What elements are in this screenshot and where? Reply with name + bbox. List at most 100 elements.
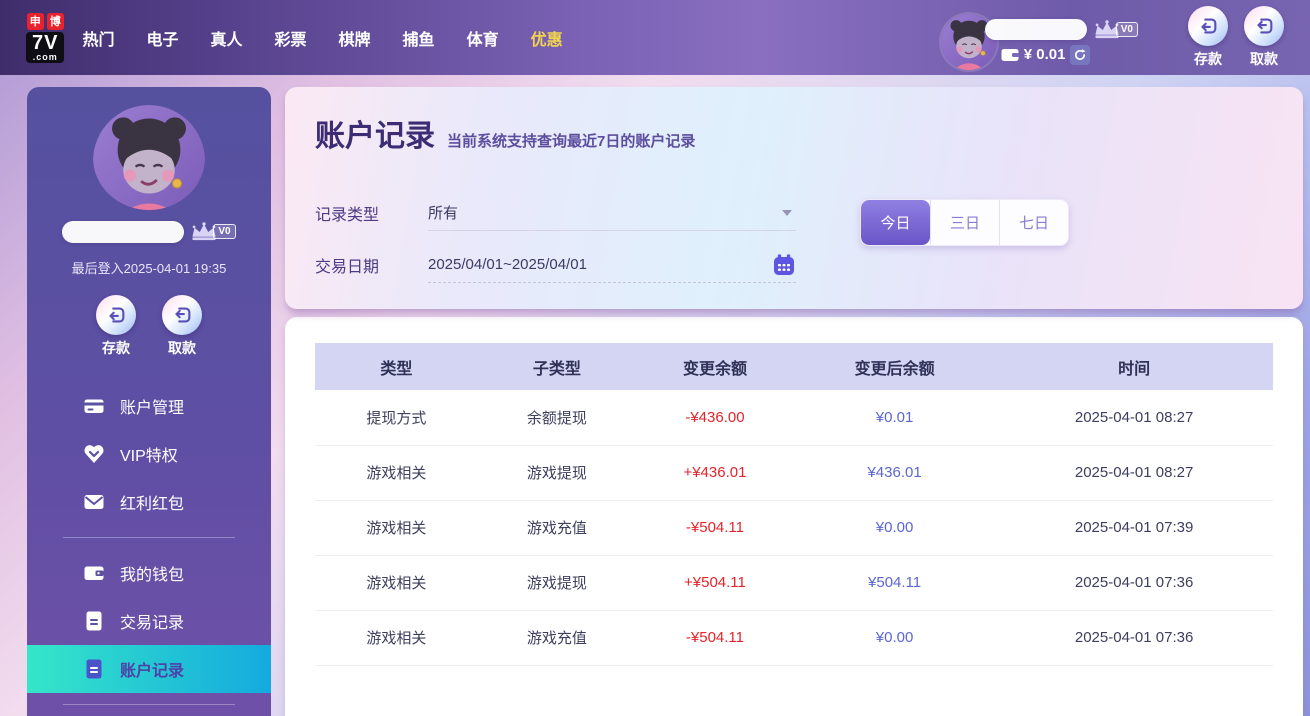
table-row: 游戏相关 游戏提现 +¥504.11 ¥504.11 2025-04-01 07… [315, 555, 1273, 611]
cell-time: 2025-04-01 08:27 [995, 445, 1273, 501]
cell-after-amount: ¥504.11 [793, 555, 996, 611]
table-row: 提现方式 余额提现 -¥436.00 ¥0.01 2025-04-01 08:2… [315, 390, 1273, 446]
quick-button-today[interactable]: 今日 [861, 200, 930, 245]
wallet-icon [83, 562, 105, 584]
record-type-label: 记录类型 [315, 207, 380, 224]
record-type-select[interactable]: 所有 [428, 195, 796, 231]
menu-item-label: 账户管理 [120, 400, 185, 417]
menu-item-bonus-redpacket[interactable]: 红利红包 [27, 478, 271, 526]
cell-subtype: 余额提现 [477, 390, 636, 446]
menu-divider [63, 537, 235, 538]
user-info: V0 ¥ 0.01 [984, 6, 1138, 70]
cell-after-amount: ¥436.01 [793, 445, 996, 501]
wallet-icon [1001, 48, 1019, 62]
nav-item-fishing[interactable]: 捕鱼 [401, 20, 437, 56]
top-navigation: 热门 电子 真人 彩票 棋牌 捕鱼 体育 优惠 [80, 20, 564, 56]
menu-item-account-management[interactable]: 账户管理 [27, 382, 271, 430]
sidebar-deposit-button[interactable]: 存款 [96, 295, 136, 358]
cell-after-amount: ¥0.00 [793, 610, 996, 666]
cell-change-amount: -¥436.00 [635, 390, 794, 446]
calendar-icon[interactable] [772, 253, 796, 277]
bank-card-icon [83, 395, 105, 417]
menu-item-vip-privileges[interactable]: VIP特权 [27, 430, 271, 478]
topbar-user-area: V0 ¥ 0.01 存款 取款 [941, 5, 1284, 70]
envelope-icon [83, 491, 105, 513]
cell-subtype: 游戏提现 [477, 555, 636, 611]
withdraw-label: 取款 [168, 340, 196, 356]
sidebar-withdraw-button[interactable]: 取款 [162, 295, 202, 358]
refresh-icon[interactable] [1070, 44, 1091, 65]
cell-type: 游戏相关 [315, 500, 478, 556]
menu-item-my-wallet[interactable]: 我的钱包 [27, 549, 271, 597]
cell-time: 2025-04-01 07:36 [995, 610, 1273, 666]
profile-avatar [93, 105, 205, 210]
date-range-input[interactable]: 2025/04/01~2025/04/01 [428, 247, 796, 283]
logo-badge-right: 博 [46, 12, 64, 30]
document-icon [83, 658, 105, 680]
logo-main-text: 7V [32, 31, 59, 54]
withdraw-button[interactable]: 取款 [1244, 5, 1284, 69]
records-header-panel: 账户记录 当前系统支持查询最近7日的账户记录 记录类型 所有 交易日期 2025… [285, 87, 1303, 309]
menu-divider [63, 704, 235, 705]
cell-type: 游戏相关 [315, 445, 478, 501]
sidebar-quick-actions: 存款 取款 [96, 295, 202, 358]
column-header-after: 变更后余额 [793, 343, 996, 390]
user-chip[interactable]: V0 ¥ 0.01 [941, 6, 1138, 70]
profile-username-blurred [62, 220, 185, 243]
menu-item-transaction-records[interactable]: 交易记录 [27, 597, 271, 645]
cell-change-amount: +¥436.01 [635, 445, 794, 501]
vip-level-badge: V0 [213, 224, 236, 240]
sidebar: V0 最后登入2025-04-01 19:35 存款 取款 账户管理 VIP特权… [27, 87, 271, 716]
cell-type: 游戏相关 [315, 610, 478, 666]
title-row: 账户记录 当前系统支持查询最近7日的账户记录 [315, 111, 1273, 155]
quick-button-seven-days[interactable]: 七日 [999, 200, 1068, 245]
page: 申 博 7V .com 热门 电子 真人 彩票 棋牌 捕鱼 体育 优惠 V0 ¥… [0, 0, 1310, 716]
cell-after-amount: ¥0.00 [793, 500, 996, 556]
nav-item-lottery[interactable]: 彩票 [273, 20, 309, 56]
last-login-text: 最后登入2025-04-01 19:35 [71, 261, 227, 276]
nav-item-sports[interactable]: 体育 [465, 20, 501, 56]
cell-subtype: 游戏充值 [477, 500, 636, 556]
topbar: 申 博 7V .com 热门 电子 真人 彩票 棋牌 捕鱼 体育 优惠 V0 ¥… [0, 0, 1310, 75]
vip-heart-icon [83, 443, 105, 465]
cell-subtype: 游戏充值 [477, 610, 636, 666]
column-header-time: 时间 [995, 343, 1273, 390]
cell-change-amount: -¥504.11 [635, 610, 794, 666]
menu-item-account-records[interactable]: 账户记录 [27, 645, 271, 693]
table-header: 类型 子类型 变更余额 变更后余额 时间 [315, 343, 1273, 390]
cell-time: 2025-04-01 07:36 [995, 555, 1273, 611]
page-title: 账户记录 [315, 120, 435, 153]
logo-box: 7V .com [26, 31, 65, 63]
deposit-icon [96, 295, 136, 335]
date-range-label: 交易日期 [315, 259, 380, 276]
quick-button-three-days[interactable]: 三日 [930, 200, 999, 245]
logo-badges: 申 博 [26, 12, 64, 30]
menu-item-label: 我的钱包 [120, 567, 185, 584]
cell-change-amount: -¥504.11 [635, 500, 794, 556]
cell-time: 2025-04-01 08:27 [995, 390, 1273, 446]
vip-level-badge: V0 [1115, 21, 1138, 37]
table-row: 游戏相关 游戏提现 +¥436.01 ¥436.01 2025-04-01 08… [315, 445, 1273, 501]
records-table-panel: 类型 子类型 变更余额 变更后余额 时间 提现方式 余额提现 -¥436.00 … [285, 317, 1303, 716]
deposit-label: 存款 [102, 340, 130, 356]
username-row: V0 [984, 18, 1138, 40]
logo-badge-left: 申 [26, 12, 44, 30]
table-row: 游戏相关 游戏充值 -¥504.11 ¥0.00 2025-04-01 07:3… [315, 610, 1273, 666]
nav-item-chess[interactable]: 棋牌 [337, 20, 373, 56]
page-subtitle: 当前系统支持查询最近7日的账户记录 [447, 133, 696, 150]
deposit-label: 存款 [1194, 50, 1222, 67]
main-content: 账户记录 当前系统支持查询最近7日的账户记录 记录类型 所有 交易日期 2025… [285, 87, 1303, 716]
nav-item-popular[interactable]: 热门 [80, 20, 116, 56]
username-blurred [984, 18, 1087, 40]
deposit-button[interactable]: 存款 [1188, 5, 1228, 69]
nav-item-slots[interactable]: 电子 [144, 20, 180, 56]
date-range-row: 交易日期 2025/04/01~2025/04/01 [315, 239, 1273, 291]
nav-item-live[interactable]: 真人 [209, 20, 245, 56]
table-row: 游戏相关 游戏充值 -¥504.11 ¥0.00 2025-04-01 07:3… [315, 500, 1273, 556]
nav-item-promotions[interactable]: 优惠 [529, 20, 565, 56]
menu-item-label: 交易记录 [120, 615, 185, 632]
record-type-value: 所有 [428, 205, 459, 222]
withdraw-icon [1244, 5, 1284, 46]
site-logo[interactable]: 申 博 7V .com [26, 12, 65, 63]
date-range-value: 2025/04/01~2025/04/01 [428, 256, 587, 273]
